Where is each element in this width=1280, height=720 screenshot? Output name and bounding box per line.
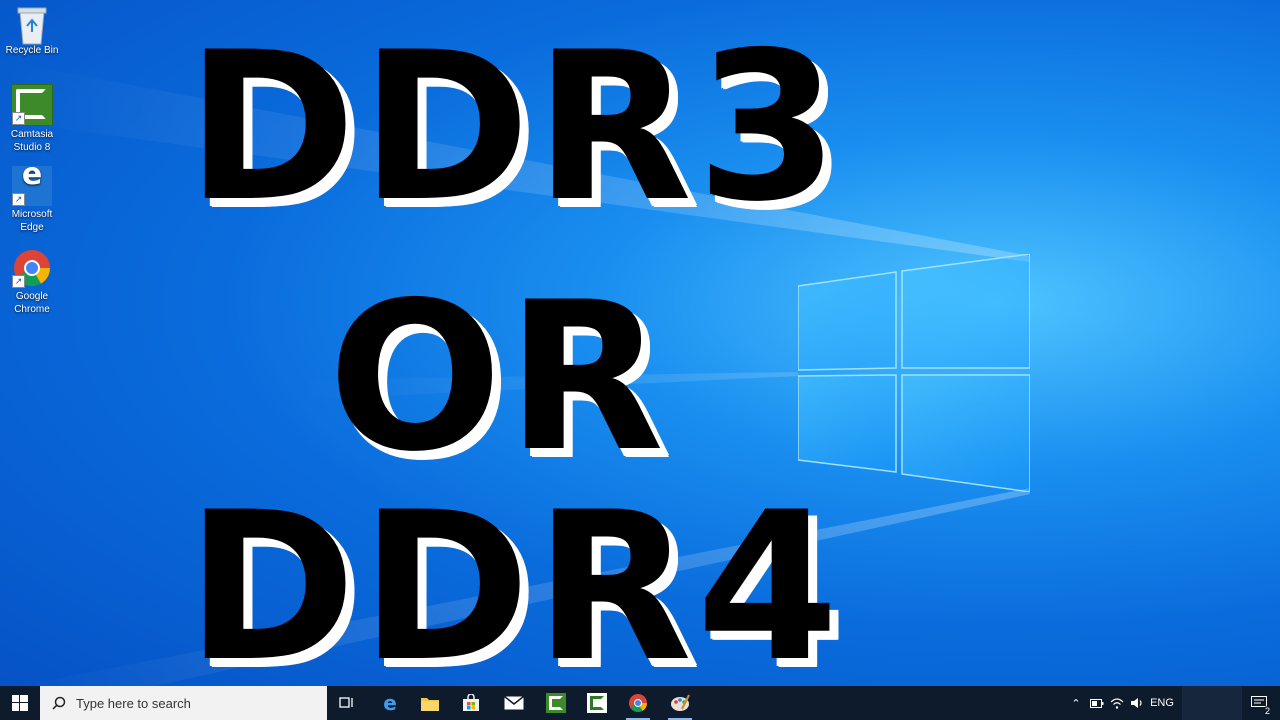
task-view-icon	[339, 697, 353, 708]
taskbar-app-paint[interactable]	[662, 686, 698, 720]
network-indicator[interactable]	[1107, 686, 1127, 720]
edge-icon: e	[383, 691, 397, 715]
taskbar-search-box[interactable]: Type here to search	[40, 686, 327, 720]
desktop-icon-label: Microsoft Edge	[11, 209, 53, 233]
taskbar: Type here to search e ⌃ ENG 2	[0, 686, 1280, 720]
paint-palette-icon	[671, 694, 690, 711]
mail-icon	[504, 696, 524, 710]
taskbar-app-store[interactable]	[453, 686, 489, 720]
taskbar-app-edge[interactable]: e	[372, 686, 408, 720]
windows-start-icon	[12, 695, 28, 711]
start-button[interactable]	[0, 686, 40, 720]
taskbar-app-camtasia-studio[interactable]	[579, 686, 615, 720]
taskbar-app-mail[interactable]	[496, 686, 532, 720]
chrome-icon: ↗	[12, 248, 52, 288]
taskbar-app-file-explorer[interactable]	[412, 686, 448, 720]
desktop-icon-chrome[interactable]: ↗ Google Chrome	[4, 248, 60, 316]
edge-icon: e ↗	[12, 160, 52, 206]
battery-icon	[1090, 698, 1104, 708]
overlay-title-line-2: OR	[328, 259, 669, 497]
camtasia-recorder-icon	[546, 693, 566, 713]
speaker-icon	[1131, 698, 1142, 708]
desktop-icon-recycle-bin[interactable]: Recycle Bin	[4, 2, 60, 57]
show-hidden-icons-button[interactable]: ⌃	[1066, 686, 1086, 720]
overlay-title-line-3: DDR4	[186, 469, 843, 707]
taskbar-app-chrome[interactable]	[620, 686, 656, 720]
taskbar-app-camtasia-recorder[interactable]	[538, 686, 574, 720]
shortcut-arrow-icon: ↗	[12, 112, 25, 125]
input-language-indicator[interactable]: ENG	[1148, 686, 1176, 720]
camtasia-icon: ↗	[11, 84, 53, 126]
notification-count-badge: 2	[1262, 706, 1272, 716]
task-view-button[interactable]	[329, 686, 365, 720]
windows-logo	[798, 254, 1030, 492]
search-icon	[52, 696, 66, 710]
recycle-bin-icon	[12, 2, 52, 45]
volume-indicator[interactable]	[1127, 686, 1147, 720]
shortcut-arrow-icon: ↗	[12, 275, 25, 288]
shortcut-arrow-icon: ↗	[12, 193, 25, 206]
wifi-icon	[1110, 698, 1124, 709]
folder-icon	[421, 697, 439, 711]
desktop-icon-label: Camtasia Studio 8	[10, 129, 54, 153]
chrome-icon	[629, 694, 647, 713]
desktop-icon-camtasia[interactable]: ↗ Camtasia Studio 8	[4, 84, 60, 154]
camtasia-studio-icon	[587, 693, 607, 713]
clock-area[interactable]	[1182, 686, 1242, 720]
action-center-button[interactable]: 2	[1244, 686, 1274, 720]
search-placeholder: Type here to search	[76, 695, 191, 711]
desktop-icon-edge[interactable]: e ↗ Microsoft Edge	[4, 160, 60, 234]
overlay-title-line-1: DDR3	[186, 9, 843, 247]
chevron-up-icon: ⌃	[1071, 697, 1081, 710]
store-bag-icon	[463, 694, 479, 711]
desktop-icon-label: Google Chrome	[14, 291, 50, 315]
battery-indicator[interactable]	[1087, 686, 1107, 720]
